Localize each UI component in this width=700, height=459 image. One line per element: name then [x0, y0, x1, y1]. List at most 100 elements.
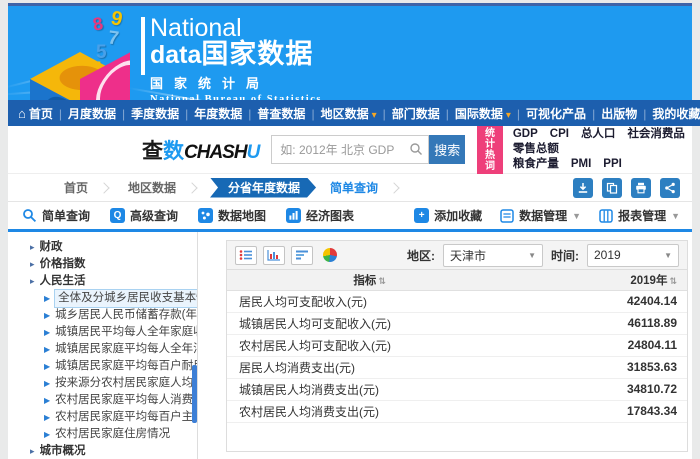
hot-word[interactable]: GDP — [513, 128, 538, 140]
econ-charts-button[interactable]: 经济图表 — [286, 207, 354, 224]
value-cell: 34810.72 — [512, 378, 687, 400]
search-button[interactable]: 搜索 — [429, 135, 465, 164]
table-row[interactable]: 居民人均可支配收入(元) 42404.14 — [227, 290, 687, 312]
sidebar-item[interactable]: ▸ ▶ 农村居民家庭平均每百户主要耐用消费品拥有量 — [30, 409, 197, 426]
advanced-query-button[interactable]: Q 高级查询 — [110, 207, 178, 224]
add-favorite-button[interactable]: + 添加收藏 — [414, 207, 482, 224]
breadcrumb-tab-label: 首页 — [64, 178, 88, 198]
table-row[interactable]: 农村居民人均可支配收入(元) 24804.11 — [227, 334, 687, 356]
hot-word[interactable]: PPI — [603, 158, 622, 170]
nav-item-label: 年度数据 — [194, 107, 242, 121]
region-select[interactable]: 天津市 ▼ — [443, 244, 543, 267]
sidebar-item[interactable]: ▸ ▶ 人民生活 — [30, 273, 197, 290]
copy-icon[interactable] — [602, 178, 622, 198]
data-map-label: 数据地图 — [218, 207, 266, 224]
sidebar-item-label: 城镇居民家庭平均每百户耐用消费品拥有量 — [55, 358, 197, 375]
econ-charts-label: 经济图表 — [306, 207, 354, 224]
chashu-cha: 查 — [142, 140, 163, 163]
simple-query-button[interactable]: 简单查询 — [22, 207, 90, 224]
table-row[interactable]: 居民人均消费支出(元) 31853.63 — [227, 356, 687, 378]
sidebar-item[interactable]: ▸ ▶ 城市概况 — [30, 443, 197, 459]
nav-item-label: 月度数据 — [68, 107, 116, 121]
tree-branch-icon: ▸ — [30, 443, 35, 459]
value-cell: 24804.11 — [512, 334, 687, 356]
data-manage-button[interactable]: 数据管理 ▼ — [500, 207, 581, 224]
sort-icon[interactable]: ⇅ — [378, 276, 386, 286]
breadcrumb-tab[interactable]: 首页 — [54, 178, 118, 198]
hot-word[interactable]: PMI — [571, 158, 591, 170]
page-action-icons — [573, 178, 680, 198]
sidebar-item[interactable]: ▸ ▶ 农村居民家庭住房情况 — [30, 426, 197, 443]
sidebar-item[interactable]: ▸ ▶ 全体及分城乡居民收支基本情况(新口径) — [30, 290, 197, 307]
nav-item[interactable]: ⌂可视化产品 — [526, 105, 601, 122]
sidebar-item[interactable]: ▸ ▶ 财政 — [30, 239, 197, 256]
chevron-down-icon: ▼ — [664, 251, 672, 260]
download-icon[interactable] — [573, 178, 593, 198]
nav-item-label: 我的收藏 — [652, 107, 700, 121]
nav-item[interactable]: ⌂普查数据 — [257, 105, 320, 122]
table-row[interactable]: 城镇居民人均消费支出(元) 34810.72 — [227, 378, 687, 400]
sidebar-item[interactable]: ▸ ▶ 城镇居民家庭平均每人全年消费性支出 — [30, 341, 197, 358]
table-body: 居民人均可支配收入(元) 42404.14 城镇居民人均可支配收入(元) 461… — [227, 290, 687, 422]
nav-item-label: 地区数据 — [321, 107, 377, 121]
sidebar-item[interactable]: ▸ ▶ 价格指数 — [30, 256, 197, 273]
sidebar-item[interactable]: ▸ ▶ 农村居民家庭平均每人消费支出 — [30, 392, 197, 409]
nav-item[interactable]: ⌂首页 — [18, 105, 68, 122]
content-area: ▸ ▶ 财政 ▸ ▶ 价格指数 ▸ ▶ 人民生活 ▸ ▶ 全体及分城乡居民收支基… — [8, 232, 692, 459]
print-icon[interactable] — [631, 178, 651, 198]
filters: 地区: 天津市 ▼ 时间: 2019 ▼ — [407, 244, 679, 267]
nav-item[interactable]: ⌂月度数据 — [68, 105, 131, 122]
region-value: 天津市 — [450, 247, 520, 264]
report-manage-button[interactable]: 报表管理 ▼ — [599, 207, 680, 224]
breadcrumb-tab-label: 地区数据 — [128, 178, 176, 198]
nav-item[interactable]: ⌂出版物 — [601, 105, 652, 122]
indicator-cell: 农村居民人均消费支出(元) — [227, 400, 512, 422]
share-icon[interactable] — [660, 178, 680, 198]
nav-item[interactable]: ⌂年度数据 — [194, 105, 257, 122]
nav-item[interactable]: ⌂国际数据 — [455, 105, 526, 122]
sidebar-item-label: 农村居民家庭平均每人消费支出 — [55, 392, 197, 409]
sidebar-item[interactable]: ▸ ▶ 城乡居民人民币储蓄存款(年底余额) — [30, 307, 197, 324]
sidebar-item[interactable]: ▸ ▶ 按来源分农村居民家庭人均纯收入 — [30, 375, 197, 392]
data-manage-label: 数据管理 — [519, 207, 567, 224]
pie-chart-view-button[interactable] — [319, 246, 341, 265]
sort-icon[interactable]: ⇅ — [669, 276, 677, 286]
pie-chart-icon — [323, 248, 337, 262]
chashu-en: CHASHU — [184, 142, 259, 163]
table-header-row: 指标⇅ 2019年⇅ — [227, 270, 687, 290]
sidebar-scrollbar-thumb[interactable] — [192, 365, 197, 423]
nav-item[interactable]: ⌂季度数据 — [131, 105, 194, 122]
breadcrumb-tab[interactable]: 分省年度数据 — [210, 178, 316, 198]
nav-item[interactable]: ⌂我的收藏 — [652, 105, 700, 122]
table-row[interactable]: 城镇居民人均可支配收入(元) 46118.89 — [227, 312, 687, 334]
sidebar-item-label: 全体及分城乡居民收支基本情况(新口径) — [55, 290, 197, 307]
table-row[interactable]: 农村居民人均消费支出(元) 17843.34 — [227, 400, 687, 422]
hbar-chart-view-button[interactable] — [291, 246, 313, 265]
sidebar-item[interactable]: ▸ ▶ 城镇居民家庭平均每百户耐用消费品拥有量 — [30, 358, 197, 375]
breadcrumb-tab[interactable]: 地区数据 — [118, 178, 206, 198]
chashu-shu: 数 — [163, 140, 184, 163]
sidebar-item[interactable]: ▸ ▶ 城镇居民平均每人全年家庭收入来源 — [30, 324, 197, 341]
logo-digit: 7 — [107, 27, 121, 50]
indicator-column-header[interactable]: 指标⇅ — [227, 270, 512, 290]
hot-word[interactable]: 粮食产量 — [513, 158, 559, 170]
tree-leaf-icon: ▶ — [44, 307, 50, 324]
plus-icon: + — [414, 208, 429, 223]
list-view-button[interactable] — [235, 246, 257, 265]
breadcrumb-tab[interactable]: 简单查询 — [320, 178, 408, 198]
hot-word[interactable]: 总人口 — [581, 128, 616, 140]
hot-word[interactable]: CPI — [550, 128, 569, 140]
breadcrumb: 首页 地区数据 分省年度数据简单查询 — [8, 174, 692, 202]
sidebar-item-label: 城镇居民家庭平均每人全年消费性支出 — [55, 341, 197, 358]
bar-chart-view-button[interactable] — [263, 246, 285, 265]
chevron-down-icon: ▼ — [572, 211, 581, 221]
nav-item[interactable]: ⌂部门数据 — [392, 105, 455, 122]
nav-item[interactable]: ⌂地区数据 — [321, 105, 392, 122]
data-map-button[interactable]: 数据地图 — [198, 207, 266, 224]
time-select[interactable]: 2019 ▼ — [587, 244, 679, 267]
indicator-cell: 城镇居民人均消费支出(元) — [227, 378, 512, 400]
data-map-icon — [198, 208, 213, 223]
value-cell: 31853.63 — [512, 356, 687, 378]
year-column-header[interactable]: 2019年⇅ — [512, 270, 687, 290]
search-input[interactable] — [271, 135, 429, 164]
